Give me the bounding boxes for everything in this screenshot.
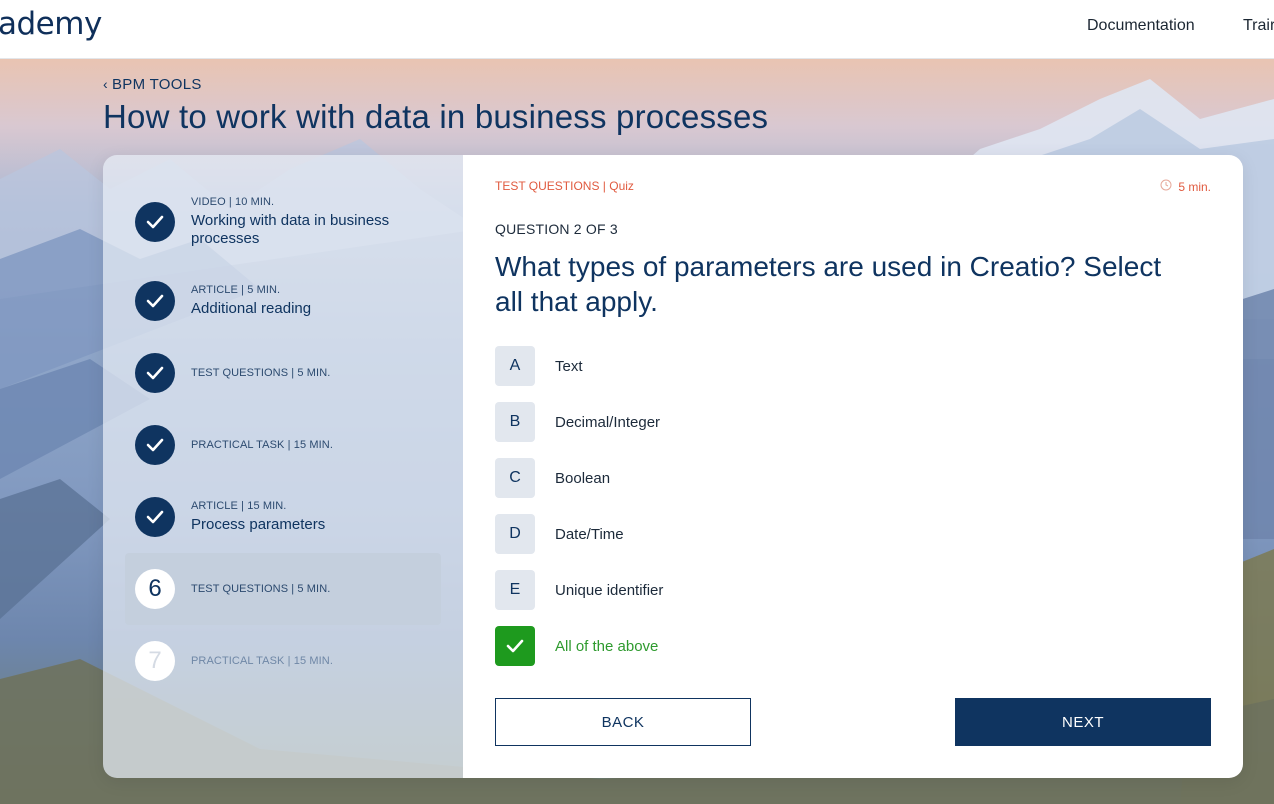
- checkmark-icon: [135, 425, 175, 465]
- option-letter: D: [495, 514, 535, 554]
- step-title: Additional reading: [191, 300, 312, 317]
- checkmark-icon: [135, 497, 175, 537]
- step-item[interactable]: TEST QUESTIONS | 5 MIN.: [125, 337, 441, 409]
- step-meta: PRACTICAL TASK | 15 MIN.: [191, 439, 333, 451]
- step-meta: PRACTICAL TASK | 15 MIN.: [191, 655, 333, 667]
- breadcrumb-label: BPM TOOLS: [111, 76, 202, 93]
- duration-label: 5 min.: [1178, 179, 1211, 194]
- option-label: Boolean: [555, 469, 611, 487]
- step-number: 7: [135, 641, 175, 681]
- step-title: Working with data in business processes: [191, 212, 390, 247]
- checkmark-icon: [135, 281, 175, 321]
- step-number: 6: [135, 569, 175, 609]
- option-label: Date/Time: [555, 525, 624, 543]
- step-item[interactable]: VIDEO | 10 MIN. Working with data in bus…: [125, 186, 441, 258]
- option-letter: E: [495, 570, 535, 610]
- lesson-steps-sidebar: VIDEO | 10 MIN. Working with data in bus…: [103, 155, 463, 778]
- step-item-pending[interactable]: 7 PRACTICAL TASK | 15 MIN.: [125, 625, 441, 697]
- option-letter: A: [495, 346, 535, 386]
- answer-option-a[interactable]: A Text: [495, 346, 583, 386]
- step-meta: TEST QUESTIONS | 5 MIN.: [191, 367, 331, 379]
- answer-option-b[interactable]: B Decimal/Integer: [495, 402, 660, 442]
- question-text: What types of parameters are used in Cre…: [495, 251, 1162, 317]
- answer-option-e[interactable]: E Unique identifier: [495, 570, 663, 610]
- step-title: Process parameters: [191, 516, 326, 533]
- quiz-panel: TEST QUESTIONS | Quiz 5 min. QUESTION 2 …: [463, 155, 1243, 778]
- option-label: Text: [555, 357, 583, 375]
- option-letter: B: [495, 402, 535, 442]
- step-item[interactable]: ARTICLE | 15 MIN. Process parameters: [125, 481, 441, 553]
- back-button[interactable]: BACK: [495, 698, 751, 746]
- academy-logo[interactable]: ademy: [0, 6, 102, 42]
- checkmark-icon: [135, 353, 175, 393]
- clock-icon: [1160, 179, 1172, 194]
- nav-documentation-link[interactable]: Documentation: [1087, 17, 1195, 35]
- question-counter: QUESTION 2 OF 3: [495, 221, 618, 237]
- answer-option-c[interactable]: C Boolean: [495, 458, 610, 498]
- page-title: How to work with data in business proces…: [103, 98, 769, 135]
- step-item[interactable]: PRACTICAL TASK | 15 MIN.: [125, 409, 441, 481]
- next-button[interactable]: NEXT: [955, 698, 1211, 746]
- answer-option-all[interactable]: All of the above: [495, 626, 658, 666]
- quiz-duration: 5 min.: [1160, 179, 1211, 194]
- option-label: All of the above: [555, 637, 659, 655]
- step-meta: TEST QUESTIONS | 5 MIN.: [191, 583, 331, 595]
- option-label: Unique identifier: [555, 581, 664, 599]
- step-meta: VIDEO | 10 MIN.: [191, 196, 275, 208]
- nav-training-link[interactable]: Trair: [1243, 17, 1274, 35]
- quiz-category: TEST QUESTIONS | Quiz: [495, 179, 634, 193]
- checkmark-icon: [135, 202, 175, 242]
- option-label: Decimal/Integer: [555, 413, 661, 431]
- chevron-left-icon: ‹: [103, 76, 108, 92]
- step-item-active[interactable]: 6 TEST QUESTIONS | 5 MIN.: [125, 553, 441, 625]
- answer-option-d[interactable]: D Date/Time: [495, 514, 624, 554]
- option-letter: C: [495, 458, 535, 498]
- breadcrumb[interactable]: ‹ BPM TOOLS: [103, 76, 202, 93]
- step-meta: ARTICLE | 5 MIN.: [191, 284, 281, 296]
- lesson-card: VIDEO | 10 MIN. Working with data in bus…: [103, 155, 1243, 778]
- checkmark-icon: [495, 626, 535, 666]
- top-navigation-bar: ademy Documentation Trair: [0, 0, 1274, 59]
- step-meta: ARTICLE | 15 MIN.: [191, 500, 287, 512]
- step-item[interactable]: ARTICLE | 5 MIN. Additional reading: [125, 265, 441, 337]
